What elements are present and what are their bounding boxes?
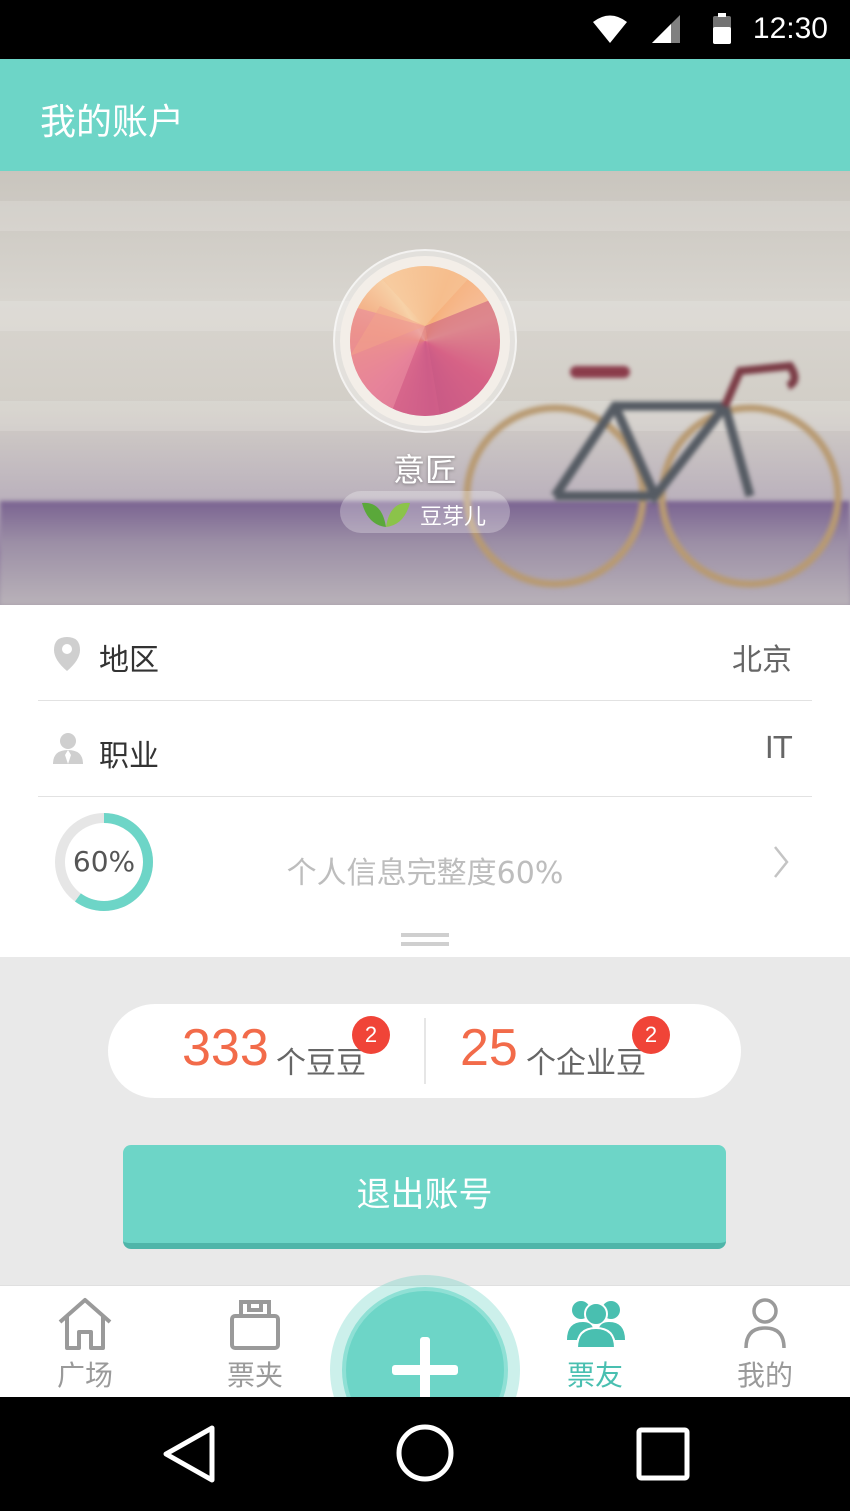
profile-hero: 意匠 豆芽儿 [0, 171, 850, 605]
tab-friends[interactable]: 票友 [535, 1286, 655, 1398]
beans-badge: 2 [352, 1016, 390, 1054]
ticket-folder-icon [230, 1300, 280, 1350]
location-pin-icon [54, 637, 80, 671]
divider [424, 1018, 426, 1084]
logout-button[interactable]: 退出账号 [123, 1145, 726, 1249]
chevron-right-icon [774, 846, 789, 878]
person-icon [53, 733, 83, 764]
wall-band [0, 201, 850, 231]
plus-icon [392, 1337, 458, 1403]
tab-label: 票友 [566, 1359, 623, 1392]
drag-handle[interactable] [401, 942, 449, 946]
beans-count: 333 [182, 1019, 269, 1077]
page-title: 我的账户 [40, 102, 185, 143]
tab-label: 广场 [56, 1359, 113, 1392]
status-bar: 12:30 [0, 0, 850, 59]
enterprise-beans-badge: 2 [632, 1016, 670, 1054]
job-value: IT [764, 731, 792, 766]
beans-unit: 个豆豆 [276, 1046, 366, 1081]
tab-ticket-folder[interactable]: 票夹 [195, 1286, 315, 1398]
app-header: 我的账户 [0, 59, 850, 171]
tab-square[interactable]: 广场 [25, 1286, 145, 1398]
drag-handle[interactable] [401, 933, 449, 937]
tab-label: 我的 [736, 1359, 793, 1392]
battery-icon [713, 13, 731, 44]
tab-label: 票夹 [226, 1359, 283, 1392]
friends-icon [567, 1301, 625, 1349]
beans-summary: 333 个豆豆 2 25 个企业豆 2 [108, 1004, 741, 1098]
home-icon [58, 1298, 112, 1350]
avatar-pattern [350, 266, 500, 416]
job-row[interactable]: 职业 IT [38, 701, 812, 797]
region-row[interactable]: 地区 北京 [38, 605, 812, 701]
region-label: 地区 [99, 643, 159, 678]
profile-completion-row[interactable]: 60% 个人信息完整度60% [38, 800, 812, 930]
region-value: 北京 [732, 643, 792, 678]
enterprise-beans-count: 25 [460, 1019, 518, 1077]
back-icon[interactable] [160, 1424, 218, 1484]
level-badge: 豆芽儿 [340, 491, 510, 533]
wifi-icon [593, 15, 627, 43]
tab-mine[interactable]: 我的 [705, 1286, 825, 1398]
enterprise-beans-unit: 个企业豆 [526, 1046, 646, 1081]
completion-text: 个人信息完整度60% [286, 856, 564, 891]
level-label: 豆芽儿 [420, 505, 487, 530]
status-time: 12:30 [752, 12, 828, 45]
person-icon [744, 1298, 786, 1349]
job-label: 职业 [99, 739, 159, 774]
sprout-icon [362, 502, 410, 527]
user-name: 意匠 [392, 451, 457, 489]
home-circle-icon[interactable] [395, 1423, 455, 1483]
signal-icon [652, 15, 680, 43]
recents-icon[interactable] [636, 1427, 690, 1481]
system-nav-bar [0, 1397, 850, 1511]
